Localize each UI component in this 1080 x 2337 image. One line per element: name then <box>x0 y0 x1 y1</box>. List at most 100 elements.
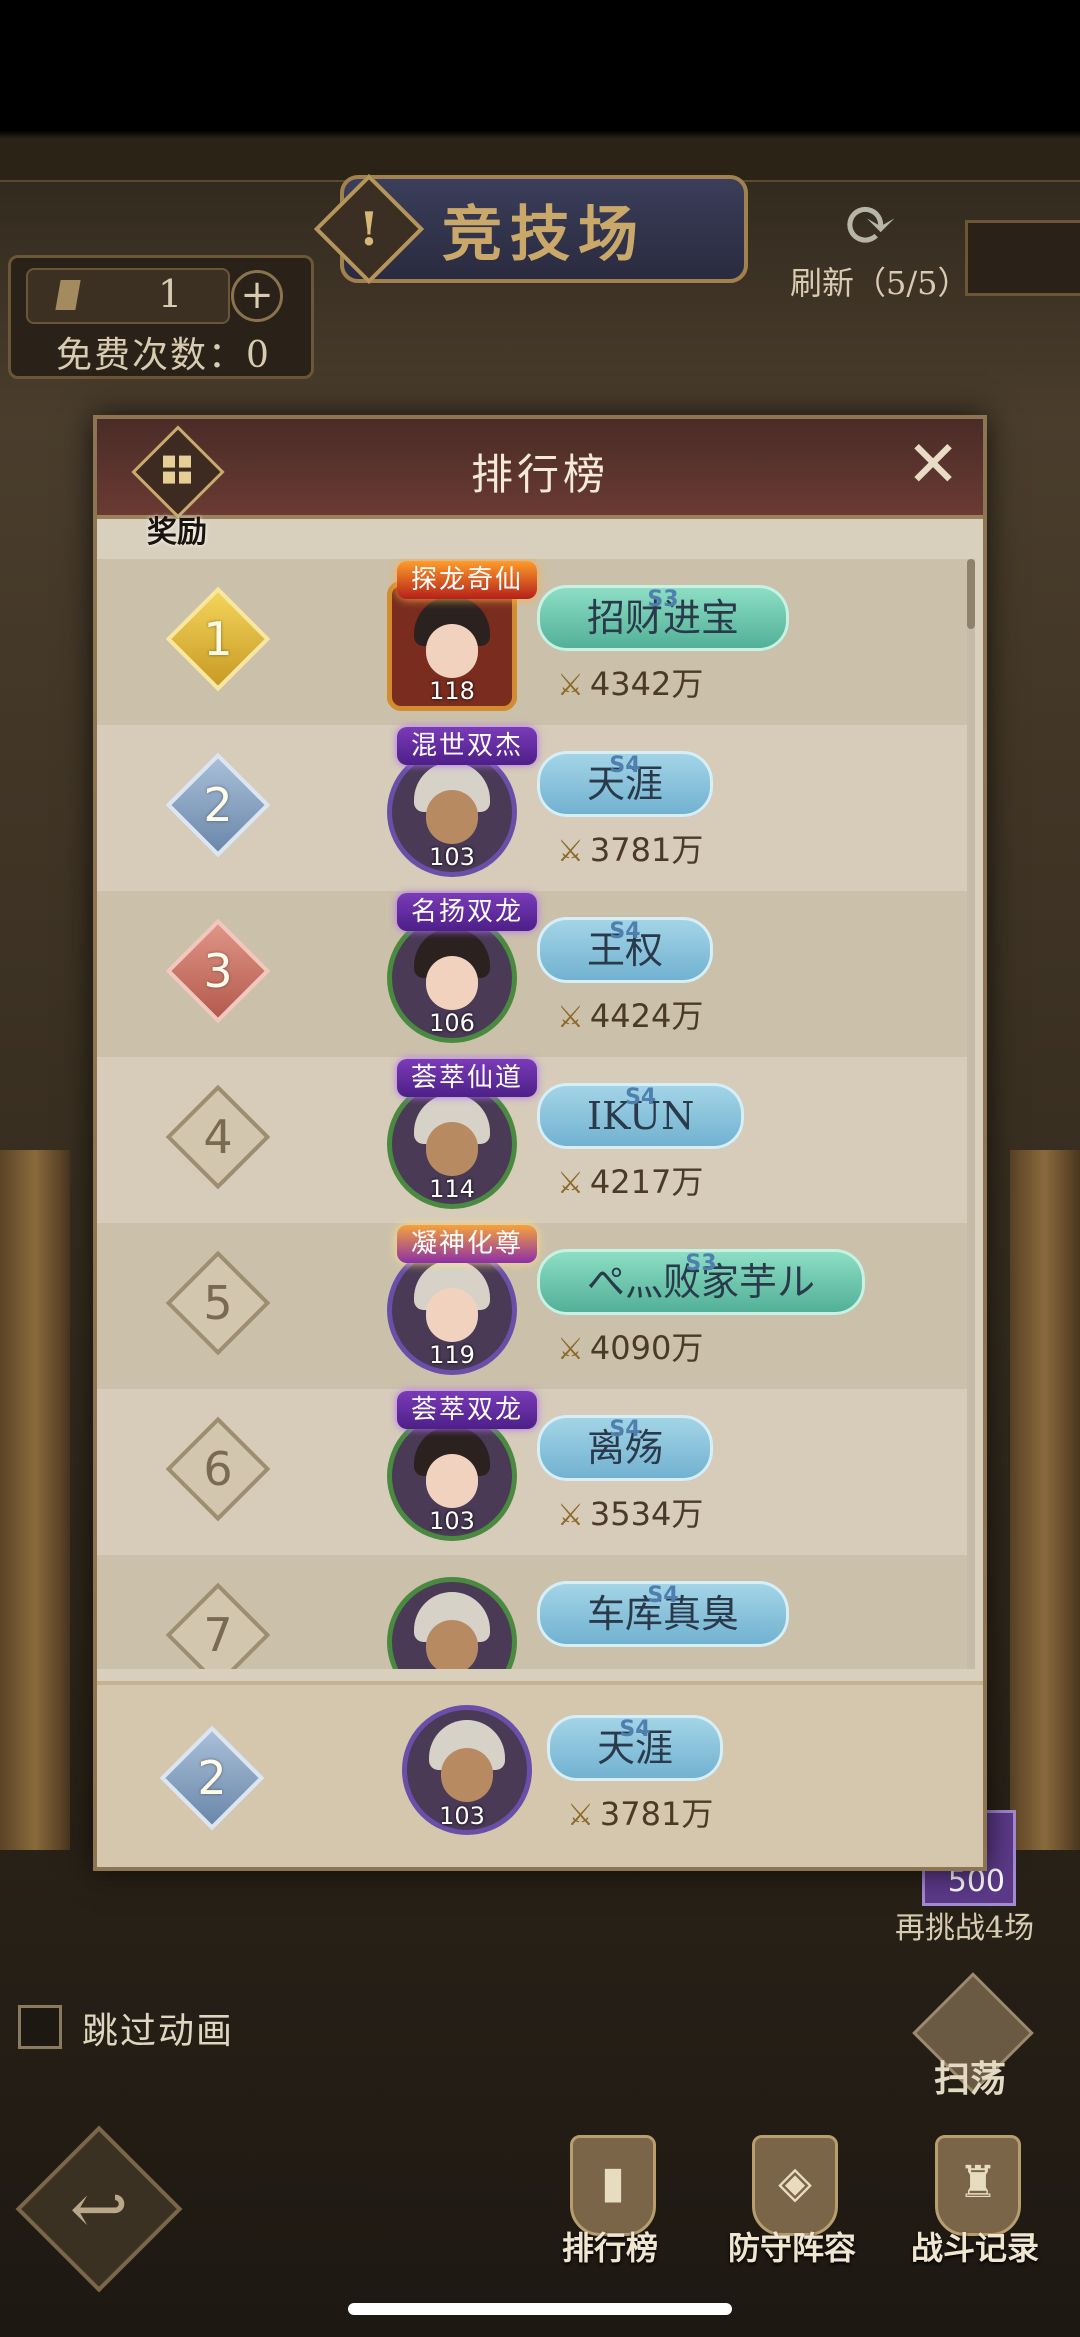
nav-battle-log[interactable]: ♜ 战斗记录 <box>890 2135 1060 2275</box>
player-name-plate: S4 IKUN <box>537 1083 745 1149</box>
scrollbar-thumb[interactable] <box>967 559 975 629</box>
power-icon: ⚔ <box>557 1498 584 1533</box>
ranking-row[interactable]: 7 S4 车库真臭 <box>97 1555 967 1669</box>
home-indicator[interactable] <box>348 2303 732 2315</box>
avatar-face <box>426 1122 478 1176</box>
back-button[interactable]: ↩ <box>15 2125 183 2293</box>
rechallenge-label: 再挑战4场 <box>895 1911 1035 1946</box>
player-avatar[interactable] <box>387 1577 517 1669</box>
player-name-plate: S4 天涯 <box>547 1715 724 1781</box>
ranking-row[interactable]: 4 荟萃仙道 114 S4 IKUN ⚔ 4217万 <box>97 1057 967 1223</box>
player-level: 118 <box>429 677 475 705</box>
free-attempts-label: 免费次数：0 <box>56 335 271 376</box>
power-value: 4217万 <box>589 1163 704 1201</box>
player-power: ⚔ 4217万 <box>557 1157 703 1201</box>
player-level: 119 <box>429 1341 475 1369</box>
battle-log-icon: ♜ <box>935 2135 1021 2236</box>
close-button[interactable]: ✕ <box>903 433 963 497</box>
avatar-face <box>426 790 478 844</box>
rank-number: 7 <box>203 1608 233 1662</box>
reward-label: 奖励 <box>147 515 207 550</box>
avatar-face <box>426 1620 478 1669</box>
leaderboard-icon: ▮ <box>570 2135 656 2236</box>
player-title-badge: 探龙奇仙 <box>397 561 537 599</box>
ranking-row[interactable]: 1 探龙奇仙 118 S3 招财进宝 ⚔ 4342万 <box>97 559 967 725</box>
season-tag: S4 <box>609 919 641 944</box>
season-tag: S4 <box>609 1417 641 1442</box>
player-power: ⚔ 4424万 <box>557 991 703 1035</box>
ranking-row[interactable]: 5 凝神化尊 119 S3 ぺ灬败家芋ル ⚔ 4090万 <box>97 1223 967 1389</box>
nav-label: 战斗记录 <box>910 2229 1039 2267</box>
avatar-face <box>426 1288 478 1342</box>
power-icon: ⚔ <box>567 1798 594 1833</box>
skip-animation-checkbox[interactable] <box>18 2005 62 2049</box>
ticket-counter-panel: 1 + 免费次数：0 <box>8 255 314 379</box>
sweep-button[interactable]: 扫荡 <box>912 1972 1034 2100</box>
rank-number: 2 <box>203 778 233 832</box>
power-value: 4424万 <box>589 997 704 1035</box>
power-icon: ⚔ <box>557 668 584 703</box>
skip-animation-label[interactable]: 跳过动画 <box>82 2002 234 2054</box>
my-rank-row: 2 103 S4 天涯 ⚔ 3781万 <box>97 1681 983 1867</box>
player-name-plate: S4 天涯 <box>537 751 714 817</box>
pillar-right <box>1010 1150 1080 1850</box>
ranking-row[interactable]: 6 荟萃双龙 103 S4 离殇 ⚔ 3534万 <box>97 1389 967 1555</box>
rank-number: 6 <box>203 1442 233 1496</box>
nav-leaderboard[interactable]: ▮ 排行榜 <box>525 2135 695 2275</box>
sweep-label: 扫荡 <box>933 2058 1006 2100</box>
ranking-row[interactable]: 3 名扬双龙 106 S4 王权 ⚔ 4424万 <box>97 891 967 1057</box>
power-value: 3781万 <box>589 831 704 869</box>
nav-label: 排行榜 <box>561 2229 658 2267</box>
ranking-list[interactable]: 1 探龙奇仙 118 S3 招财进宝 ⚔ 4342万 2 混世双杰 103 S4 天涯 ⚔ 3781万 3 名… <box>97 559 967 1669</box>
player-title-badge: 凝神化尊 <box>397 1225 537 1263</box>
player-level: 114 <box>429 1175 475 1203</box>
season-tag: S3 <box>685 1251 717 1276</box>
season-tag: S3 <box>647 587 679 612</box>
ranking-scrollbar[interactable] <box>967 559 975 1669</box>
back-arrow-icon: ↩ <box>69 2168 129 2250</box>
rank-number: 4 <box>203 1110 233 1164</box>
ticket-slot: 1 <box>26 268 230 324</box>
avatar-face <box>426 1454 478 1508</box>
player-title-badge: 荟萃仙道 <box>397 1059 537 1097</box>
power-value: 4342万 <box>589 665 704 703</box>
power-value: 3534万 <box>589 1495 704 1533</box>
player-name-plate: S3 ぺ灬败家芋ル <box>537 1249 866 1315</box>
player-name-plate: S3 招财进宝 <box>537 585 790 651</box>
season-tag: S4 <box>619 1717 651 1742</box>
avatar-face <box>426 956 478 1010</box>
player-power: ⚔ 4090万 <box>557 1323 703 1367</box>
reward-grid-icon <box>131 425 225 519</box>
rank-number: 1 <box>203 612 233 666</box>
refresh-icon: ⟳ <box>843 188 897 262</box>
refresh-button[interactable]: ⟳ 刷新（5/5） <box>790 188 970 310</box>
top-right-slot <box>965 220 1080 296</box>
player-power: ⚔ 4342万 <box>557 659 703 703</box>
nav-defense-lineup[interactable]: ◈ 防守阵容 <box>707 2135 877 2275</box>
player-title-badge: 混世双杰 <box>397 727 537 765</box>
player-power: ⚔ 3781万 <box>567 1789 713 1833</box>
pillar-left <box>0 1150 70 1850</box>
player-power: ⚔ 3534万 <box>557 1489 703 1533</box>
player-name-plate: S4 车库真臭 <box>537 1581 790 1647</box>
nav-label: 防守阵容 <box>727 2229 856 2267</box>
season-tag: S4 <box>647 1583 679 1608</box>
player-level: 106 <box>429 1009 475 1037</box>
player-level: 103 <box>429 843 475 871</box>
rank-number: 2 <box>197 1751 227 1805</box>
ranking-row[interactable]: 2 混世双杰 103 S4 天涯 ⚔ 3781万 <box>97 725 967 891</box>
reward-button[interactable]: 奖励 <box>117 425 237 550</box>
player-name-plate: S4 王权 <box>537 917 714 983</box>
refresh-label: 刷新（5/5） <box>790 264 970 302</box>
add-ticket-button[interactable]: + <box>231 270 283 322</box>
power-value: 3781万 <box>599 1795 714 1833</box>
shield-icon: ◈ <box>752 2135 838 2236</box>
ticket-icon <box>55 280 81 310</box>
player-title-badge: 名扬双龙 <box>397 893 537 931</box>
player-power: ⚔ 3781万 <box>557 825 703 869</box>
power-icon: ⚔ <box>557 1000 584 1035</box>
power-icon: ⚔ <box>557 834 584 869</box>
season-tag: S4 <box>609 753 641 778</box>
season-tag: S4 <box>625 1085 657 1110</box>
rank-number: 5 <box>203 1276 233 1330</box>
